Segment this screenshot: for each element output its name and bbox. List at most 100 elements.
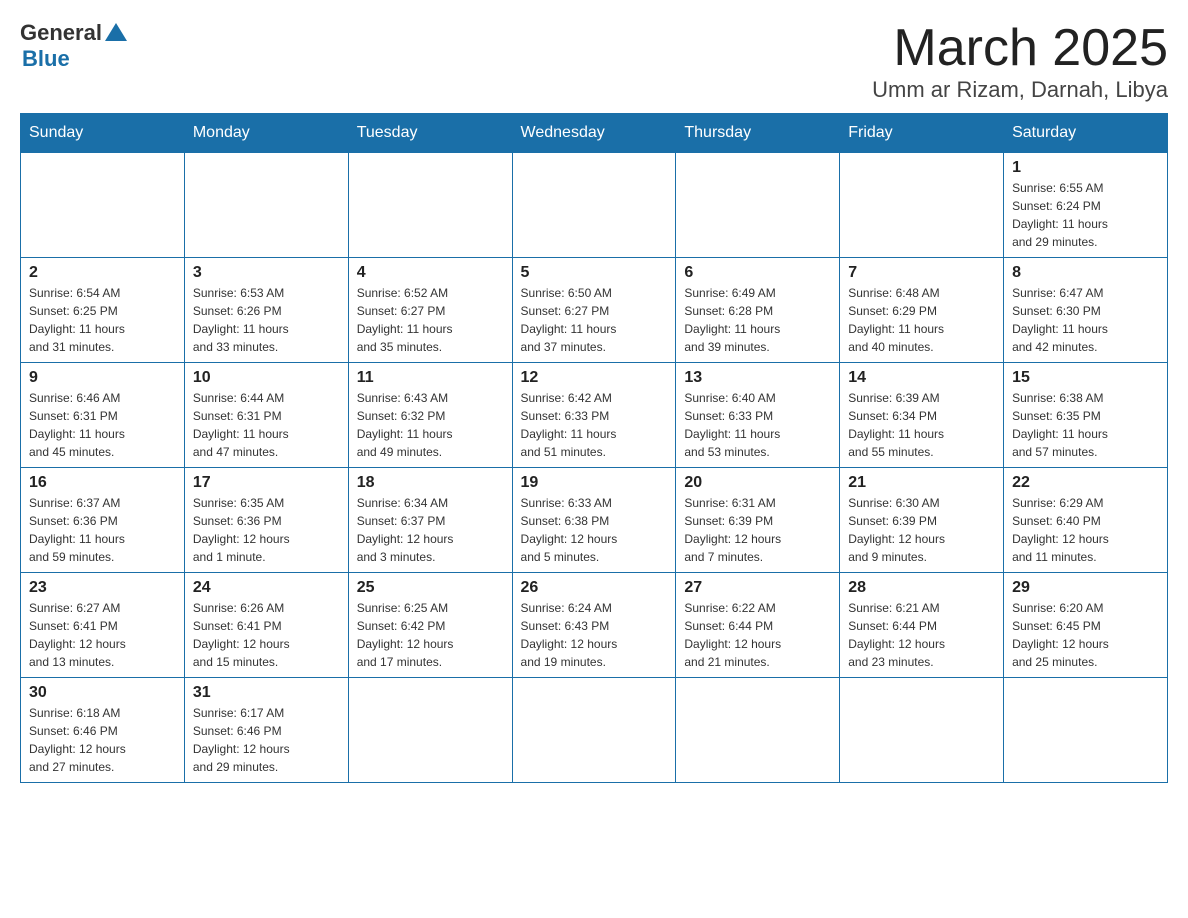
- header: General Blue March 2025 Umm ar Rizam, Da…: [20, 20, 1168, 103]
- day-info: Sunrise: 6:43 AM Sunset: 6:32 PM Dayligh…: [357, 389, 504, 461]
- table-row: 29 Sunrise: 6:20 AM Sunset: 6:45 PM Dayli…: [1004, 573, 1168, 678]
- table-row: 17Sunrise: 6:35 AM Sunset: 6:36 PM Dayli…: [184, 468, 348, 573]
- day-info: Sunrise: 6:33 AM Sunset: 6:38 PM Dayligh…: [521, 494, 668, 566]
- day-number: 23: [29, 579, 176, 597]
- col-sunday: Sunday: [21, 114, 185, 153]
- logo-general-text: General: [20, 20, 102, 46]
- day-info: Sunrise: 6:46 AM Sunset: 6:31 PM Dayligh…: [29, 389, 176, 461]
- day-info: Sunrise: 6:27 AM Sunset: 6:41 PM Dayligh…: [29, 599, 176, 671]
- day-info: Sunrise: 6:30 AM Sunset: 6:39 PM Dayligh…: [848, 494, 995, 566]
- day-number: 8: [1012, 264, 1159, 282]
- day-number: 3: [193, 264, 340, 282]
- page-wrapper: General Blue March 2025 Umm ar Rizam, Da…: [20, 20, 1168, 783]
- day-info: Sunrise: 6:24 AM Sunset: 6:43 PM Dayligh…: [521, 599, 668, 671]
- logo: General Blue: [20, 20, 127, 72]
- table-row: 14 Sunrise: 6:39 AM Sunset: 6:34 PM Dayli…: [840, 363, 1004, 468]
- day-info: Sunrise: 6:25 AM Sunset: 6:42 PM Dayligh…: [357, 599, 504, 671]
- col-monday: Monday: [184, 114, 348, 153]
- day-number: 29: [1012, 579, 1159, 597]
- calendar-week-row: 9 Sunrise: 6:46 AM Sunset: 6:31 PM Daylig…: [21, 363, 1168, 468]
- page-title: March 2025: [872, 20, 1168, 77]
- table-row: [348, 678, 512, 783]
- calendar-week-row: 23 Sunrise: 6:27 AM Sunset: 6:41 PM Dayli…: [21, 573, 1168, 678]
- day-info: Sunrise: 6:53 AM Sunset: 6:26 PM Dayligh…: [193, 284, 340, 356]
- day-info: Sunrise: 6:39 AM Sunset: 6:34 PM Dayligh…: [848, 389, 995, 461]
- table-row: 9 Sunrise: 6:46 AM Sunset: 6:31 PM Daylig…: [21, 363, 185, 468]
- day-number: 1: [1012, 159, 1159, 177]
- table-row: 15Sunrise: 6:38 AM Sunset: 6:35 PM Dayli…: [1004, 363, 1168, 468]
- day-info: Sunrise: 6:38 AM Sunset: 6:35 PM Dayligh…: [1012, 389, 1159, 461]
- day-number: 5: [521, 264, 668, 282]
- day-info: Sunrise: 6:50 AM Sunset: 6:27 PM Dayligh…: [521, 284, 668, 356]
- day-info: Sunrise: 6:20 AM Sunset: 6:45 PM Dayligh…: [1012, 599, 1159, 671]
- day-number: 11: [357, 369, 504, 387]
- day-info: Sunrise: 6:49 AM Sunset: 6:28 PM Dayligh…: [684, 284, 831, 356]
- day-number: 13: [684, 369, 831, 387]
- col-tuesday: Tuesday: [348, 114, 512, 153]
- table-row: 25 Sunrise: 6:25 AM Sunset: 6:42 PM Dayli…: [348, 573, 512, 678]
- day-info: Sunrise: 6:29 AM Sunset: 6:40 PM Dayligh…: [1012, 494, 1159, 566]
- calendar-header-row: Sunday Monday Tuesday Wednesday Thursday…: [21, 114, 1168, 153]
- table-row: [512, 678, 676, 783]
- day-info: Sunrise: 6:17 AM Sunset: 6:46 PM Dayligh…: [193, 704, 340, 776]
- logo-blue-text: Blue: [22, 46, 70, 71]
- table-row: [676, 678, 840, 783]
- table-row: [1004, 678, 1168, 783]
- table-row: 11 Sunrise: 6:43 AM Sunset: 6:32 PM Dayli…: [348, 363, 512, 468]
- table-row: [840, 153, 1004, 258]
- table-row: 27Sunrise: 6:22 AM Sunset: 6:44 PM Dayli…: [676, 573, 840, 678]
- day-number: 26: [521, 579, 668, 597]
- day-info: Sunrise: 6:48 AM Sunset: 6:29 PM Dayligh…: [848, 284, 995, 356]
- day-number: 4: [357, 264, 504, 282]
- table-row: 31 Sunrise: 6:17 AM Sunset: 6:46 PM Dayli…: [184, 678, 348, 783]
- day-info: Sunrise: 6:21 AM Sunset: 6:44 PM Dayligh…: [848, 599, 995, 671]
- day-number: 9: [29, 369, 176, 387]
- calendar-week-row: 1 Sunrise: 6:55 AM Sunset: 6:24 PM Daylig…: [21, 153, 1168, 258]
- day-info: Sunrise: 6:22 AM Sunset: 6:44 PM Dayligh…: [684, 599, 831, 671]
- table-row: 10 Sunrise: 6:44 AM Sunset: 6:31 PM Dayli…: [184, 363, 348, 468]
- table-row: 22 Sunrise: 6:29 AM Sunset: 6:40 PM Dayli…: [1004, 468, 1168, 573]
- day-number: 6: [684, 264, 831, 282]
- table-row: 5 Sunrise: 6:50 AM Sunset: 6:27 PM Daylig…: [512, 258, 676, 363]
- day-info: Sunrise: 6:44 AM Sunset: 6:31 PM Dayligh…: [193, 389, 340, 461]
- day-info: Sunrise: 6:31 AM Sunset: 6:39 PM Dayligh…: [684, 494, 831, 566]
- day-info: Sunrise: 6:42 AM Sunset: 6:33 PM Dayligh…: [521, 389, 668, 461]
- day-number: 18: [357, 474, 504, 492]
- col-wednesday: Wednesday: [512, 114, 676, 153]
- calendar-table: Sunday Monday Tuesday Wednesday Thursday…: [20, 113, 1168, 783]
- table-row: [512, 153, 676, 258]
- day-number: 31: [193, 684, 340, 702]
- calendar-week-row: 16Sunrise: 6:37 AM Sunset: 6:36 PM Dayli…: [21, 468, 1168, 573]
- table-row: 26 Sunrise: 6:24 AM Sunset: 6:43 PM Dayli…: [512, 573, 676, 678]
- day-number: 25: [357, 579, 504, 597]
- table-row: 23 Sunrise: 6:27 AM Sunset: 6:41 PM Dayli…: [21, 573, 185, 678]
- col-thursday: Thursday: [676, 114, 840, 153]
- day-number: 2: [29, 264, 176, 282]
- day-info: Sunrise: 6:34 AM Sunset: 6:37 PM Dayligh…: [357, 494, 504, 566]
- table-row: 18 Sunrise: 6:34 AM Sunset: 6:37 PM Dayli…: [348, 468, 512, 573]
- table-row: 19 Sunrise: 6:33 AM Sunset: 6:38 PM Dayli…: [512, 468, 676, 573]
- day-info: Sunrise: 6:55 AM Sunset: 6:24 PM Dayligh…: [1012, 179, 1159, 251]
- table-row: 20Sunrise: 6:31 AM Sunset: 6:39 PM Dayli…: [676, 468, 840, 573]
- day-info: Sunrise: 6:40 AM Sunset: 6:33 PM Dayligh…: [684, 389, 831, 461]
- table-row: [676, 153, 840, 258]
- col-saturday: Saturday: [1004, 114, 1168, 153]
- logo-triangle-icon: [105, 21, 127, 48]
- table-row: 28Sunrise: 6:21 AM Sunset: 6:44 PM Dayli…: [840, 573, 1004, 678]
- day-number: 19: [521, 474, 668, 492]
- table-row: 3 Sunrise: 6:53 AM Sunset: 6:26 PM Daylig…: [184, 258, 348, 363]
- calendar-week-row: 2 Sunrise: 6:54 AM Sunset: 6:25 PM Daylig…: [21, 258, 1168, 363]
- day-info: Sunrise: 6:54 AM Sunset: 6:25 PM Dayligh…: [29, 284, 176, 356]
- day-number: 22: [1012, 474, 1159, 492]
- table-row: 6 Sunrise: 6:49 AM Sunset: 6:28 PM Daylig…: [676, 258, 840, 363]
- day-info: Sunrise: 6:52 AM Sunset: 6:27 PM Dayligh…: [357, 284, 504, 356]
- table-row: 1 Sunrise: 6:55 AM Sunset: 6:24 PM Daylig…: [1004, 153, 1168, 258]
- table-row: [840, 678, 1004, 783]
- day-number: 21: [848, 474, 995, 492]
- page-subtitle: Umm ar Rizam, Darnah, Libya: [872, 77, 1168, 103]
- day-number: 10: [193, 369, 340, 387]
- day-info: Sunrise: 6:37 AM Sunset: 6:36 PM Dayligh…: [29, 494, 176, 566]
- calendar-week-row: 30Sunrise: 6:18 AM Sunset: 6:46 PM Dayli…: [21, 678, 1168, 783]
- table-row: 8Sunrise: 6:47 AM Sunset: 6:30 PM Daylig…: [1004, 258, 1168, 363]
- day-number: 14: [848, 369, 995, 387]
